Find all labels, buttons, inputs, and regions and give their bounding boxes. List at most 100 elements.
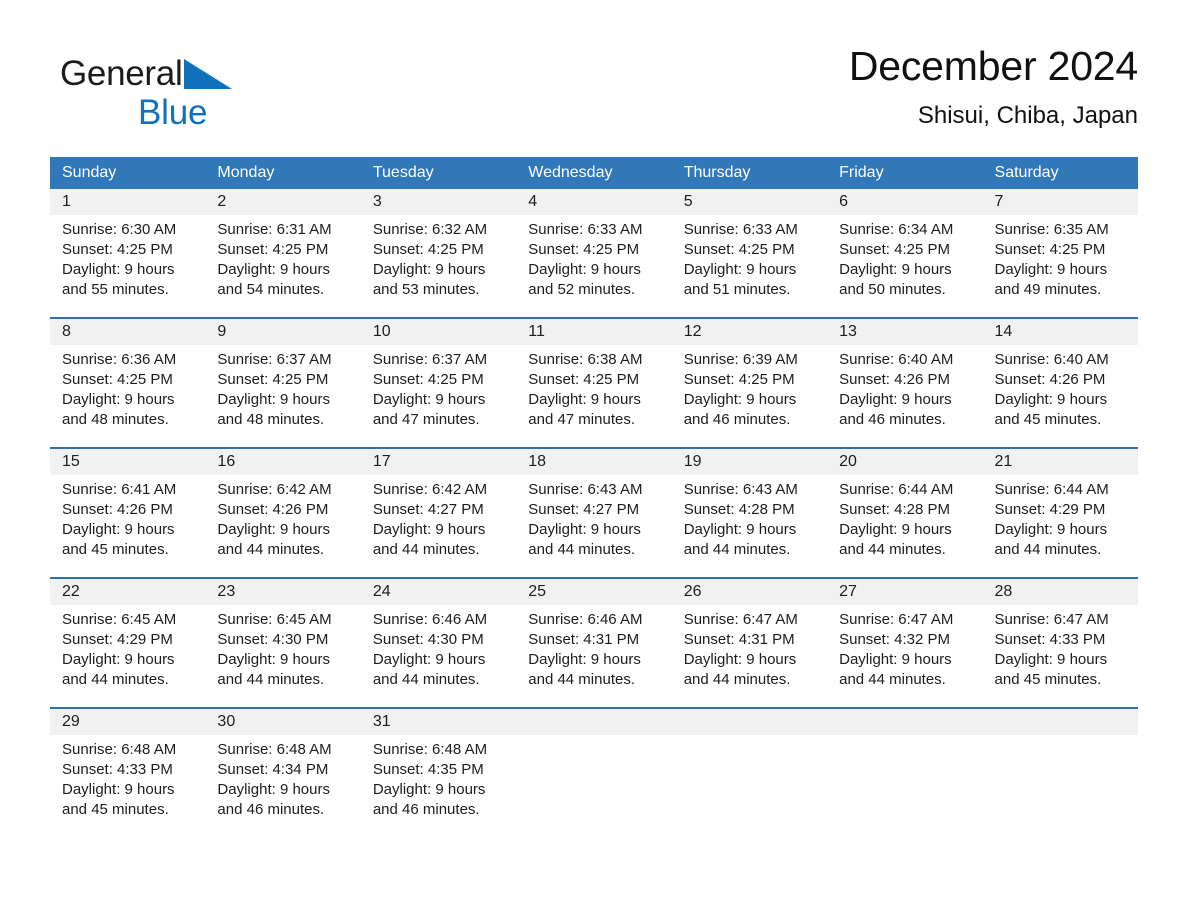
day-cell[interactable]: Sunrise: 6:37 AM Sunset: 4:25 PM Daylight:… <box>205 350 360 430</box>
daylight-text: Daylight: 9 hours <box>528 521 641 538</box>
sunrise-text: Sunrise: 6:45 AM <box>217 611 332 628</box>
sunrise-text: Sunrise: 6:45 AM <box>62 611 177 628</box>
day-number[interactable]: 20 <box>827 449 982 475</box>
day-number[interactable]: 1 <box>50 189 205 215</box>
day-number[interactable]: 30 <box>205 709 360 735</box>
day-cell[interactable]: Sunrise: 6:48 AM Sunset: 4:33 PM Daylight:… <box>50 740 205 820</box>
sunrise-text: Sunrise: 6:41 AM <box>62 481 177 498</box>
day-number[interactable]: 4 <box>516 189 671 215</box>
sunset-text: Sunset: 4:26 PM <box>217 501 329 518</box>
day-number[interactable]: 21 <box>983 449 1138 475</box>
day-cell[interactable]: Sunrise: 6:40 AM Sunset: 4:26 PM Daylight:… <box>827 350 982 430</box>
day-cell[interactable]: Sunrise: 6:43 AM Sunset: 4:27 PM Daylight:… <box>516 480 671 560</box>
day-number[interactable]: 19 <box>672 449 827 475</box>
day-number-empty <box>672 709 827 735</box>
day-number[interactable]: 29 <box>50 709 205 735</box>
day-number[interactable]: 7 <box>983 189 1138 215</box>
day-number[interactable]: 15 <box>50 449 205 475</box>
daylight-text: and 44 minutes. <box>217 541 325 558</box>
daylight-text: and 45 minutes. <box>994 411 1102 428</box>
daylight-text: and 47 minutes. <box>372 411 480 428</box>
day-cell[interactable]: Sunrise: 6:44 AM Sunset: 4:28 PM Daylight:… <box>827 480 982 560</box>
sunrise-text: Sunrise: 6:43 AM <box>683 481 798 498</box>
day-cell[interactable]: Sunrise: 6:32 AM Sunset: 4:25 PM Daylight:… <box>361 220 516 300</box>
calendar-grid: Sunday Monday Tuesday Wednesday Thursday Frid… <box>50 157 1138 837</box>
daylight-text: Daylight: 9 hours <box>683 261 797 278</box>
sunset-text: Sunset: 4:29 PM <box>62 631 173 648</box>
sunset-text: Sunset: 4:33 PM <box>62 761 173 778</box>
day-number[interactable]: 28 <box>983 579 1138 605</box>
day-cell[interactable]: Sunrise: 6:38 AM Sunset: 4:25 PM Daylight:… <box>516 350 671 430</box>
day-cell[interactable]: Sunrise: 6:45 AM Sunset: 4:30 PM Daylight:… <box>205 610 360 690</box>
day-cell[interactable]: Sunrise: 6:46 AM Sunset: 4:31 PM Daylight:… <box>516 610 671 690</box>
day-cell[interactable]: Sunrise: 6:41 AM Sunset: 4:26 PM Daylight:… <box>50 480 205 560</box>
day-number[interactable]: 3 <box>361 189 516 215</box>
daylight-text: and 44 minutes. <box>683 541 791 558</box>
day-number[interactable]: 14 <box>983 319 1138 345</box>
day-cell[interactable]: Sunrise: 6:47 AM Sunset: 4:31 PM Daylight:… <box>672 610 827 690</box>
day-cell[interactable]: Sunrise: 6:47 AM Sunset: 4:33 PM Daylight:… <box>983 610 1138 690</box>
day-number[interactable]: 6 <box>827 189 982 215</box>
day-number[interactable]: 18 <box>516 449 671 475</box>
day-cell[interactable]: Sunrise: 6:37 AM Sunset: 4:25 PM Daylight:… <box>361 350 516 430</box>
day-number[interactable]: 31 <box>361 709 516 735</box>
day-cell[interactable]: Sunrise: 6:33 AM Sunset: 4:25 PM Daylight:… <box>672 220 827 300</box>
day-cell[interactable]: Sunrise: 6:48 AM Sunset: 4:34 PM Daylight:… <box>205 740 360 820</box>
sunrise-text: Sunrise: 6:48 AM <box>62 741 177 758</box>
daylight-text: and 46 minutes. <box>217 801 325 818</box>
sunrise-text: Sunrise: 6:37 AM <box>217 351 332 368</box>
daylight-text: Daylight: 9 hours <box>528 651 641 668</box>
day-number[interactable]: 25 <box>516 579 671 605</box>
day-number[interactable]: 22 <box>50 579 205 605</box>
day-cell[interactable]: Sunrise: 6:40 AM Sunset: 4:26 PM Daylight:… <box>983 350 1138 430</box>
day-number[interactable]: 8 <box>50 319 205 345</box>
day-cell[interactable]: Sunrise: 6:47 AM Sunset: 4:32 PM Daylight:… <box>827 610 982 690</box>
sunrise-text: Sunrise: 6:47 AM <box>683 611 798 628</box>
day-cell[interactable]: Sunrise: 6:44 AM Sunset: 4:29 PM Daylight:… <box>983 480 1138 560</box>
day-cell[interactable]: Sunrise: 6:39 AM Sunset: 4:25 PM Daylight:… <box>672 350 827 430</box>
day-cell[interactable]: Sunrise: 6:42 AM Sunset: 4:26 PM Daylight:… <box>205 480 360 560</box>
day-cell[interactable]: Sunrise: 6:35 AM Sunset: 4:25 PM Daylight:… <box>983 220 1138 300</box>
daylight-text: Daylight: 9 hours <box>994 651 1108 668</box>
daylight-text: Daylight: 9 hours <box>372 781 486 798</box>
sunrise-text: Sunrise: 6:46 AM <box>372 611 488 628</box>
day-number[interactable]: 5 <box>672 189 827 215</box>
day-number[interactable]: 24 <box>361 579 516 605</box>
logo-text-general: General <box>60 54 183 93</box>
sunset-text: Sunset: 4:25 PM <box>217 241 329 258</box>
day-cell[interactable]: Sunrise: 6:34 AM Sunset: 4:25 PM Daylight:… <box>827 220 982 300</box>
weekday-header-sunday: Sunday <box>62 164 117 181</box>
day-cell[interactable]: Sunrise: 6:42 AM Sunset: 4:27 PM Daylight:… <box>361 480 516 560</box>
sunrise-text: Sunrise: 6:38 AM <box>528 351 643 368</box>
day-number[interactable]: 16 <box>205 449 360 475</box>
day-cell[interactable]: Sunrise: 6:48 AM Sunset: 4:35 PM Daylight:… <box>361 740 516 820</box>
day-number[interactable]: 11 <box>516 319 671 345</box>
daylight-text: Daylight: 9 hours <box>528 261 641 278</box>
page-subtitle: Shisui, Chiba, Japan <box>917 102 1138 129</box>
daylight-text: and 46 minutes. <box>839 411 946 428</box>
day-number[interactable]: 23 <box>205 579 360 605</box>
day-number[interactable]: 2 <box>205 189 360 215</box>
day-cell[interactable]: Sunrise: 6:43 AM Sunset: 4:28 PM Daylight:… <box>672 480 827 560</box>
sunset-text: Sunset: 4:25 PM <box>839 241 951 258</box>
day-number[interactable]: 10 <box>361 319 516 345</box>
day-number[interactable]: 27 <box>827 579 982 605</box>
day-cell[interactable]: Sunrise: 6:45 AM Sunset: 4:29 PM Daylight:… <box>50 610 205 690</box>
day-cell[interactable]: Sunrise: 6:30 AM Sunset: 4:25 PM Daylight:… <box>50 220 205 300</box>
daylight-text: and 53 minutes. <box>372 281 480 298</box>
day-number[interactable]: 12 <box>672 319 827 345</box>
day-number[interactable]: 17 <box>361 449 516 475</box>
weekday-header-tuesday: Tuesday <box>372 164 434 181</box>
general-blue-logo[interactable]: General Blue <box>60 52 320 138</box>
day-number[interactable]: 26 <box>672 579 827 605</box>
daylight-text: Daylight: 9 hours <box>528 391 641 408</box>
day-cell[interactable]: Sunrise: 6:36 AM Sunset: 4:25 PM Daylight:… <box>50 350 205 430</box>
calendar-week-row: 8 9 10 11 12 13 14 Sunrise: 6:36 AM Sunset: 4:25… <box>50 317 1138 447</box>
sunset-text: Sunset: 4:30 PM <box>372 631 484 648</box>
day-cell[interactable]: Sunrise: 6:46 AM Sunset: 4:30 PM Daylight:… <box>361 610 516 690</box>
day-number[interactable]: 9 <box>205 319 360 345</box>
day-cell[interactable]: Sunrise: 6:31 AM Sunset: 4:25 PM Daylight:… <box>205 220 360 300</box>
day-number[interactable]: 13 <box>827 319 982 345</box>
sunrise-text: Sunrise: 6:35 AM <box>994 221 1109 238</box>
day-cell[interactable]: Sunrise: 6:33 AM Sunset: 4:25 PM Daylight:… <box>516 220 671 300</box>
